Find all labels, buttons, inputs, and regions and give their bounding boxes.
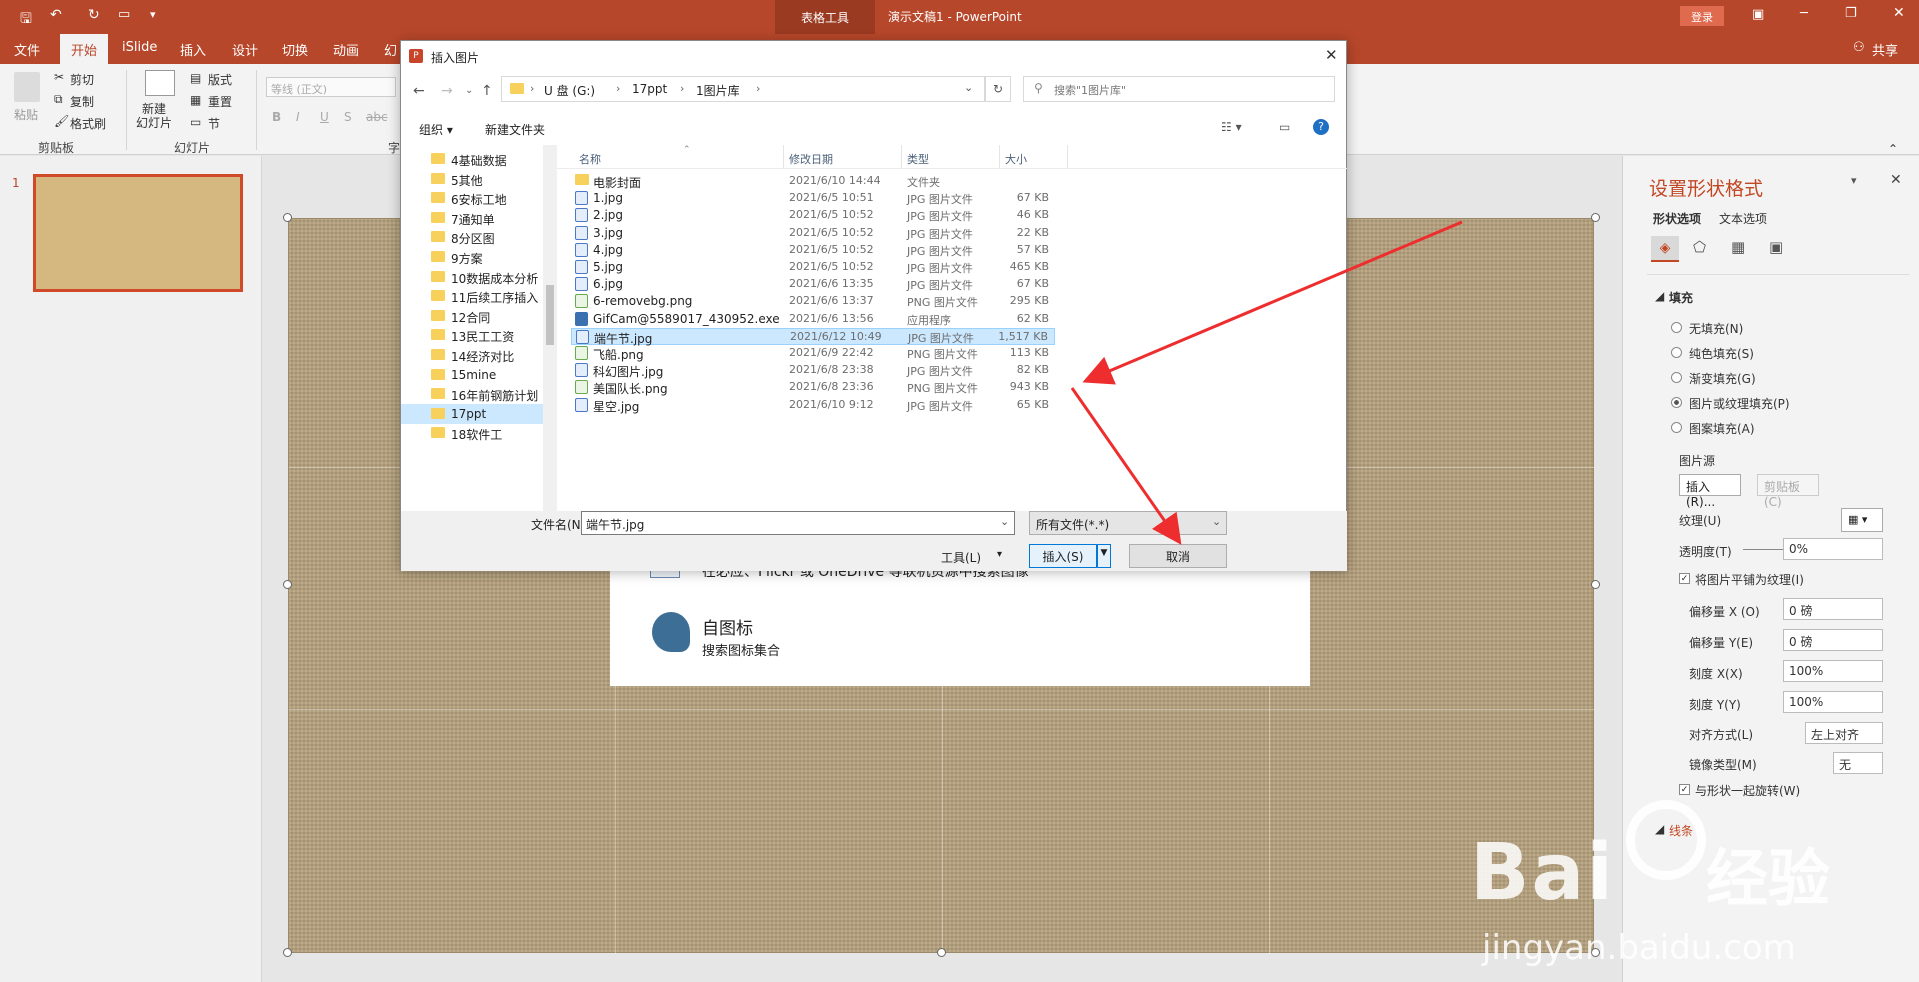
watermark-brand: Bai <box>1470 828 1615 918</box>
watermark-url: jingyan.baidu.com <box>1482 928 1796 968</box>
watermark-brand-cn: 经验 <box>1706 842 1831 915</box>
arrow-to-selected-file <box>1082 220 1463 385</box>
baidu-watermark: Bai 经验 jingyan.baidu.com <box>1470 780 1910 980</box>
arrow-to-insert-button <box>1070 387 1182 545</box>
watermark-paw-icon <box>1626 800 1706 880</box>
